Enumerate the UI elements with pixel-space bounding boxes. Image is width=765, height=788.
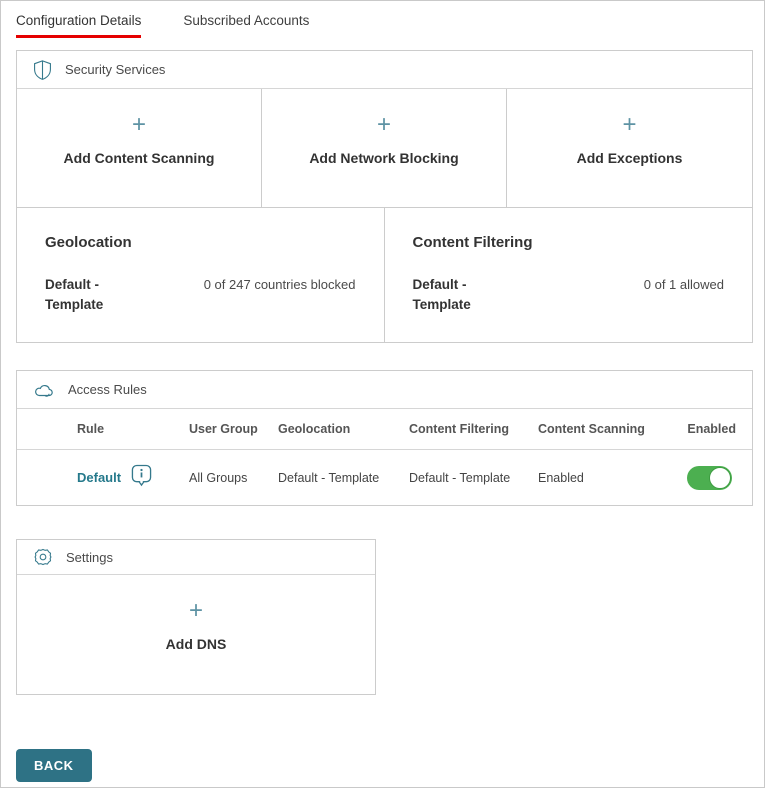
col-user-group: User Group <box>189 422 278 436</box>
cell-content-scanning: Enabled <box>538 471 687 485</box>
add-exceptions-button[interactable]: + Add Exceptions <box>507 89 752 207</box>
enabled-toggle[interactable] <box>687 466 732 490</box>
add-content-scanning-label: Add Content Scanning <box>64 150 215 166</box>
tab-configuration-details[interactable]: Configuration Details <box>16 13 141 38</box>
tab-bar: Configuration Details Subscribed Account… <box>1 1 764 38</box>
col-content-scanning: Content Scanning <box>538 422 687 436</box>
geolocation-card[interactable]: Geolocation Default - Template 0 of 247 … <box>17 208 385 342</box>
access-rules-panel: Access Rules Rule User Group Geolocation… <box>16 370 753 506</box>
col-enabled: Enabled <box>687 422 752 436</box>
col-content-filtering: Content Filtering <box>409 422 538 436</box>
tab-subscribed-accounts[interactable]: Subscribed Accounts <box>183 13 309 38</box>
content-filtering-title: Content Filtering <box>413 234 725 251</box>
access-rules-title: Access Rules <box>68 382 147 397</box>
add-network-blocking-label: Add Network Blocking <box>309 150 458 166</box>
settings-header: Settings <box>17 540 375 575</box>
toggle-knob <box>709 467 731 489</box>
plus-icon: + <box>622 113 636 137</box>
cloud-icon <box>33 381 55 399</box>
geolocation-title: Geolocation <box>45 234 356 251</box>
cell-content-filtering: Default - Template <box>409 471 538 485</box>
page: Configuration Details Subscribed Account… <box>0 0 765 788</box>
add-content-scanning-button[interactable]: + Add Content Scanning <box>17 89 262 207</box>
cell-user-group: All Groups <box>189 471 278 485</box>
geolocation-status: 0 of 247 countries blocked <box>204 275 356 314</box>
add-network-blocking-button[interactable]: + Add Network Blocking <box>262 89 507 207</box>
access-rules-header: Access Rules <box>17 371 752 409</box>
back-button[interactable]: BACK <box>16 749 92 782</box>
access-rules-table-header: Rule User Group Geolocation Content Filt… <box>17 409 752 450</box>
content-filtering-card[interactable]: Content Filtering Default - Template 0 o… <box>385 208 753 342</box>
settings-panel: Settings + Add DNS <box>16 539 376 695</box>
plus-icon: + <box>377 113 391 137</box>
add-exceptions-label: Add Exceptions <box>577 150 683 166</box>
security-services-title: Security Services <box>65 62 165 77</box>
security-summary-cards: Geolocation Default - Template 0 of 247 … <box>17 207 752 342</box>
cell-geolocation: Default - Template <box>278 471 409 485</box>
security-services-header: Security Services <box>17 51 752 89</box>
geolocation-template-name: Default - Template <box>45 275 137 314</box>
security-add-cards: + Add Content Scanning + Add Network Blo… <box>17 89 752 207</box>
info-icon[interactable] <box>131 464 152 491</box>
content-filtering-status: 0 of 1 allowed <box>644 275 724 314</box>
add-dns-label: Add DNS <box>166 636 227 652</box>
security-services-panel: Security Services + Add Content Scanning… <box>16 50 753 343</box>
col-geolocation: Geolocation <box>278 422 409 436</box>
table-row: Default All Groups Default - Template De… <box>17 450 752 505</box>
gear-icon <box>33 547 53 567</box>
plus-icon: + <box>189 599 203 623</box>
rule-default-link[interactable]: Default <box>77 470 121 485</box>
col-rule: Rule <box>77 422 189 436</box>
add-dns-button[interactable]: + Add DNS <box>17 575 375 694</box>
settings-title: Settings <box>66 550 113 565</box>
shield-icon <box>33 59 52 81</box>
plus-icon: + <box>132 113 146 137</box>
content-filtering-template-name: Default - Template <box>413 275 505 314</box>
